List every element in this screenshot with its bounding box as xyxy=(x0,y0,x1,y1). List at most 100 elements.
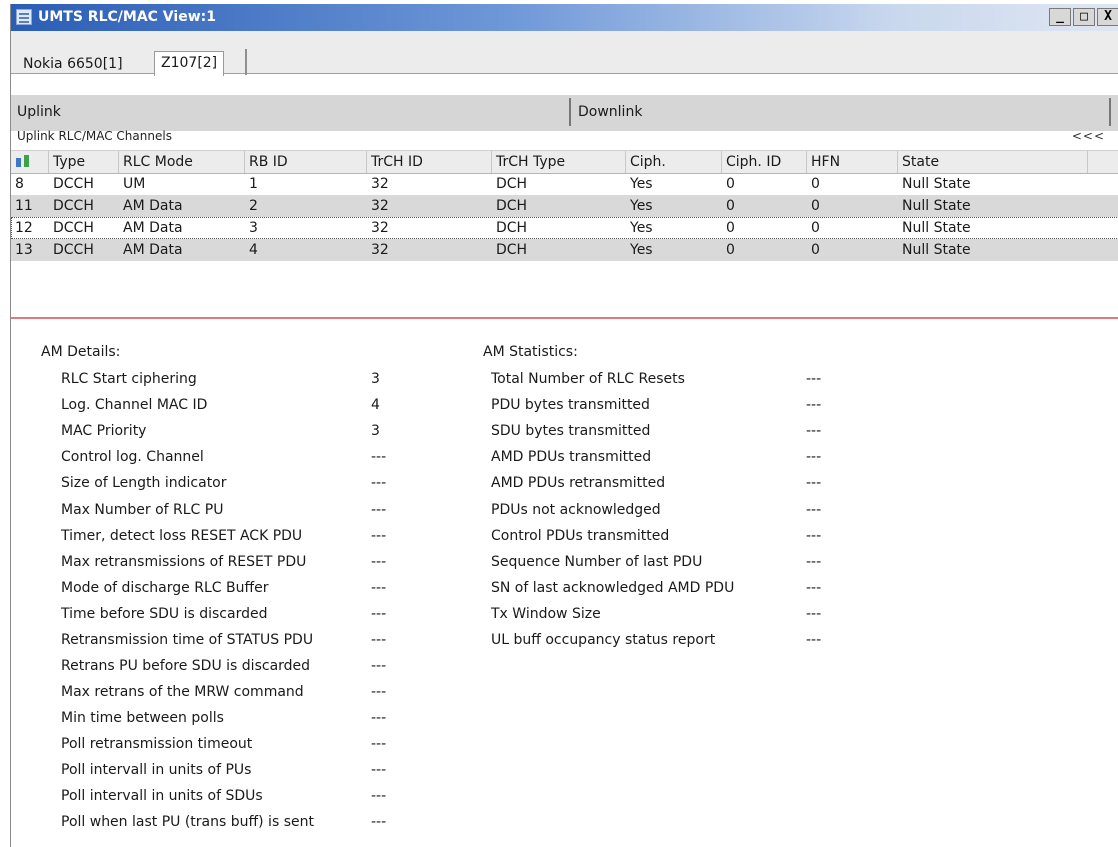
am-detail-value: --- xyxy=(371,814,387,830)
cell-hfn: 0 xyxy=(811,220,820,236)
direction-bar: Uplink Downlink xyxy=(11,95,1118,131)
am-detail-label: Size of Length indicator xyxy=(61,475,227,491)
cell-state: Null State xyxy=(902,176,971,192)
am-details-title: AM Details: xyxy=(41,344,121,360)
downlink-tab[interactable]: Downlink xyxy=(578,104,642,120)
tab-nokia-6650[interactable]: Nokia 6650[1] xyxy=(17,53,129,75)
table-row[interactable]: 8 DCCH UM 1 32 DCH Yes 0 0 Null State xyxy=(11,173,1118,195)
am-stat-value: --- xyxy=(806,580,822,596)
cell-rb-id: 1 xyxy=(249,176,258,192)
am-detail-label: Mode of discharge RLC Buffer xyxy=(61,580,269,596)
am-stat-label: Control PDUs transmitted xyxy=(491,528,670,544)
am-detail-label: Max retransmissions of RESET PDU xyxy=(61,554,307,570)
cell-id: 11 xyxy=(15,198,33,214)
am-detail-label: Control log. Channel xyxy=(61,449,204,465)
sort-column-header[interactable] xyxy=(11,151,49,173)
column-header-type[interactable]: Type xyxy=(49,151,119,173)
cell-id: 12 xyxy=(15,220,33,236)
am-stat-label: AMD PDUs transmitted xyxy=(491,449,652,465)
column-header-state[interactable]: State xyxy=(898,151,1088,173)
channel-grid-empty-area xyxy=(11,261,1118,317)
cell-state: Null State xyxy=(902,198,971,214)
am-stat-label: Tx Window Size xyxy=(491,606,601,622)
am-detail-value: --- xyxy=(371,528,387,544)
column-header-trch-id[interactable]: TrCH ID xyxy=(367,151,492,173)
details-pane: AM Details: AM Statistics: RLC Start cip… xyxy=(11,320,1118,847)
cell-rb-id: 3 xyxy=(249,220,258,236)
am-stat-value: --- xyxy=(806,397,822,413)
uplink-tab[interactable]: Uplink xyxy=(17,104,61,120)
cell-state: Null State xyxy=(902,220,971,236)
window-app-icon xyxy=(16,9,32,25)
am-stat-label: PDU bytes transmitted xyxy=(491,397,650,413)
am-detail-value: --- xyxy=(371,788,387,804)
pane-splitter[interactable] xyxy=(11,317,1118,319)
am-detail-value: --- xyxy=(371,449,387,465)
cell-ciph-id: 0 xyxy=(726,176,735,192)
column-header-rlc-mode[interactable]: RLC Mode xyxy=(119,151,245,173)
am-detail-label: Min time between polls xyxy=(61,710,224,726)
am-stat-label: AMD PDUs retransmitted xyxy=(491,475,666,491)
column-header-rb-id[interactable]: RB ID xyxy=(245,151,367,173)
am-detail-value: --- xyxy=(371,684,387,700)
am-detail-label: Poll intervall in units of SDUs xyxy=(61,788,263,804)
tab-z107[interactable]: Z107[2] xyxy=(154,51,225,76)
cell-trch-type: DCH xyxy=(496,176,528,192)
cell-type: DCCH xyxy=(53,198,94,214)
am-detail-label: Timer, detect loss RESET ACK PDU xyxy=(61,528,303,544)
am-detail-label: Max retrans of the MRW command xyxy=(61,684,304,700)
cell-ciph: Yes xyxy=(630,242,653,258)
device-tab-bar: Nokia 6650[1] Z107[2] xyxy=(11,31,1118,76)
am-detail-value: 4 xyxy=(371,397,380,413)
am-detail-label: MAC Priority xyxy=(61,423,147,439)
cell-rb-id: 4 xyxy=(249,242,258,258)
cell-type: DCCH xyxy=(53,242,94,258)
table-row[interactable]: 11 DCCH AM Data 2 32 DCH Yes 0 0 Null St… xyxy=(11,195,1118,217)
column-header-ciph-id[interactable]: Ciph. ID xyxy=(722,151,807,173)
am-stat-label: Total Number of RLC Resets xyxy=(491,371,685,387)
close-button[interactable]: X xyxy=(1097,8,1118,26)
cell-type: DCCH xyxy=(53,220,94,236)
am-detail-label: Time before SDU is discarded xyxy=(61,606,268,622)
cell-rb-id: 2 xyxy=(249,198,258,214)
am-stat-value: --- xyxy=(806,528,822,544)
am-statistics-title: AM Statistics: xyxy=(483,344,578,360)
title-bar[interactable]: UMTS RLC/MAC View:1 _ □ X xyxy=(11,4,1118,31)
am-stat-label: UL buff occupancy status report xyxy=(491,632,716,648)
channels-title: Uplink RLC/MAC Channels xyxy=(17,129,172,143)
am-stat-label: SN of last acknowledged AMD PDU xyxy=(491,580,735,596)
direction-divider xyxy=(569,98,571,126)
sort-icon xyxy=(15,155,31,169)
direction-divider-end xyxy=(1109,98,1111,126)
am-detail-value: --- xyxy=(371,554,387,570)
cell-trch-type: DCH xyxy=(496,242,528,258)
cell-ciph-id: 0 xyxy=(726,198,735,214)
maximize-button[interactable]: □ xyxy=(1073,8,1095,26)
am-stat-value: --- xyxy=(806,449,822,465)
column-header-hfn[interactable]: HFN xyxy=(807,151,898,173)
collapse-button[interactable]: <<< xyxy=(1072,129,1105,143)
cell-type: DCCH xyxy=(53,176,94,192)
table-row[interactable]: 13 DCCH AM Data 4 32 DCH Yes 0 0 Null St… xyxy=(11,239,1118,261)
cell-ciph-id: 0 xyxy=(726,242,735,258)
table-row-selected[interactable]: 12 DCCH AM Data 3 32 DCH Yes 0 0 Null St… xyxy=(11,217,1118,239)
am-stat-label: SDU bytes transmitted xyxy=(491,423,651,439)
am-detail-label: Retrans PU before SDU is discarded xyxy=(61,658,311,674)
am-detail-value: --- xyxy=(371,606,387,622)
cell-hfn: 0 xyxy=(811,198,820,214)
column-header-ciph[interactable]: Ciph. xyxy=(626,151,722,173)
am-stat-value: --- xyxy=(806,632,822,648)
minimize-button[interactable]: _ xyxy=(1049,8,1071,26)
cell-ciph-id: 0 xyxy=(726,220,735,236)
column-header-trch-type[interactable]: TrCH Type xyxy=(492,151,626,173)
cell-trch-type: DCH xyxy=(496,198,528,214)
am-detail-label: Log. Channel MAC ID xyxy=(61,397,208,413)
am-stat-value: --- xyxy=(806,371,822,387)
am-detail-label: Retransmission time of STATUS PDU xyxy=(61,632,314,648)
am-detail-label: RLC Start ciphering xyxy=(61,371,197,387)
am-detail-value: --- xyxy=(371,580,387,596)
cell-trch-id: 32 xyxy=(371,220,389,236)
cell-rlc-mode: UM xyxy=(123,176,146,192)
am-detail-label: Max Number of RLC PU xyxy=(61,502,224,518)
cell-ciph: Yes xyxy=(630,198,653,214)
